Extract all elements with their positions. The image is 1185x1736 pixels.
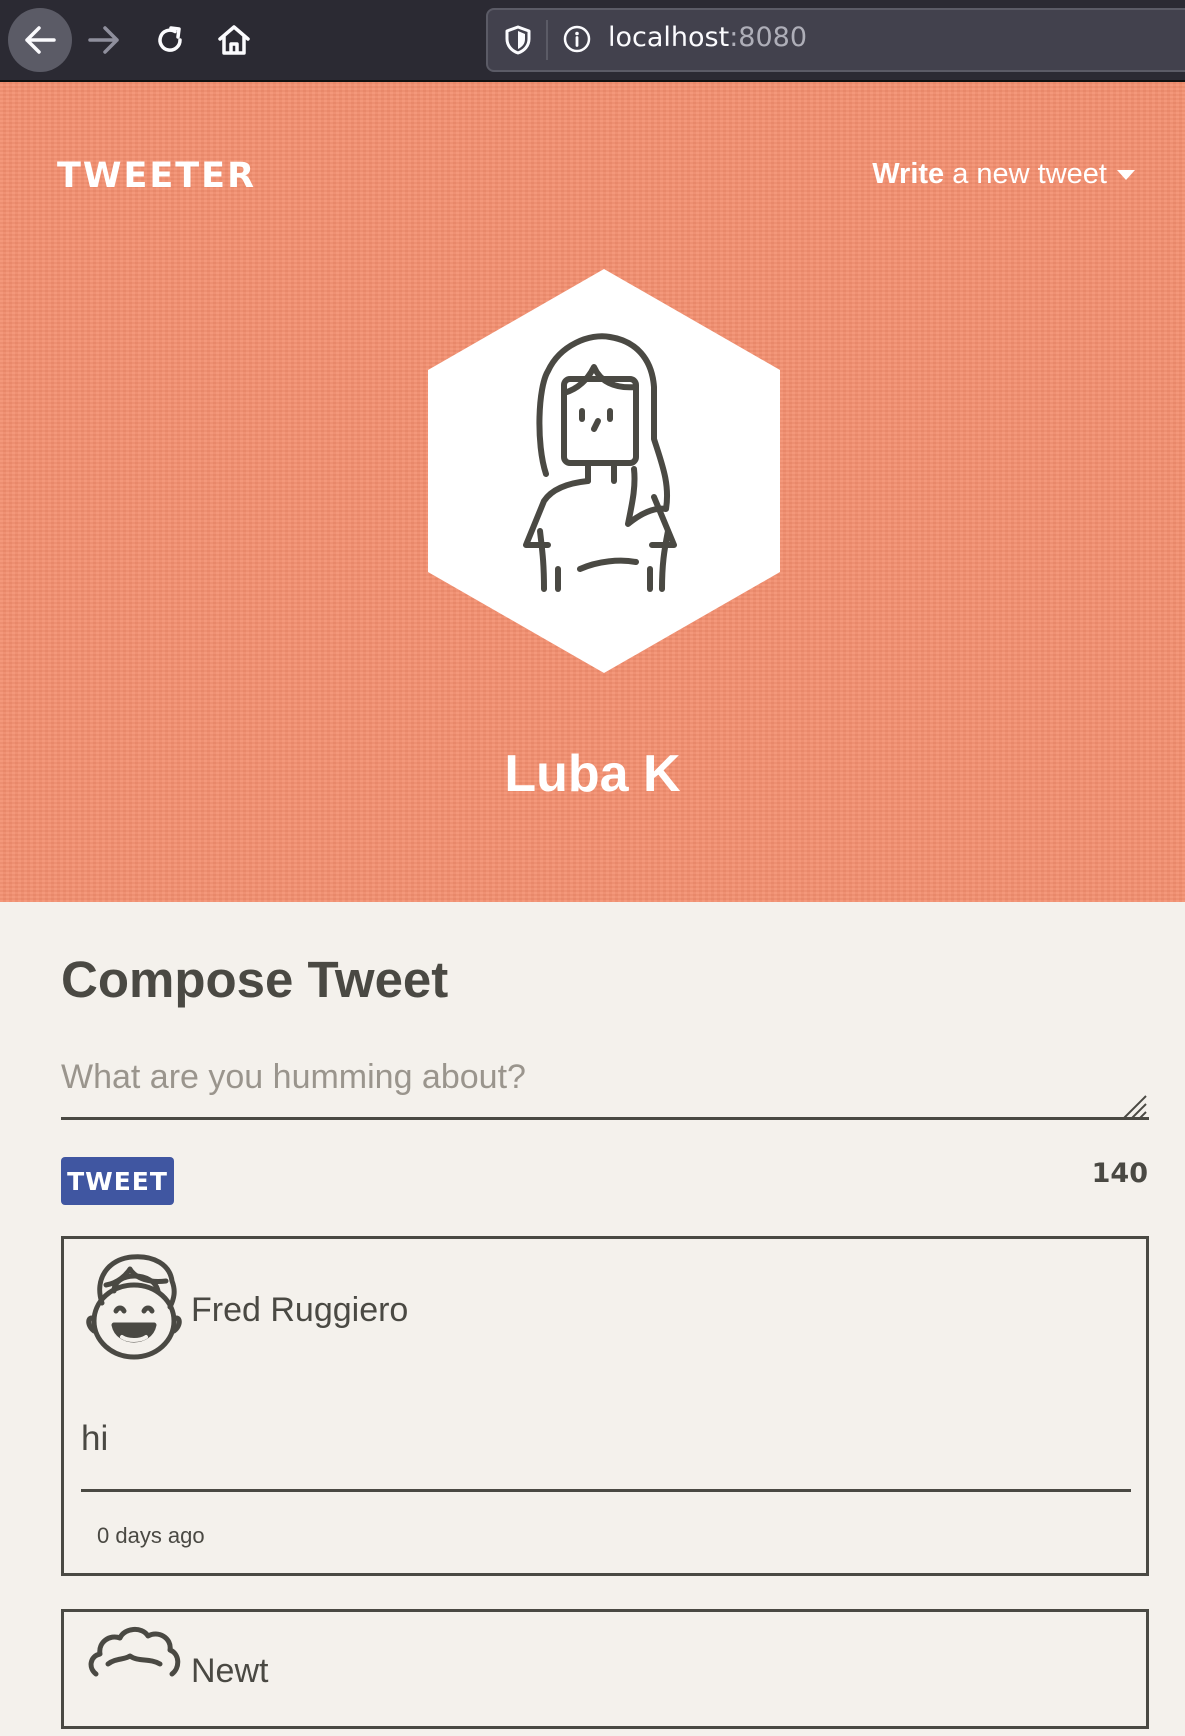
logo[interactable]: TWEETER: [57, 156, 256, 196]
info-icon[interactable]: [562, 24, 592, 54]
resize-grip-icon[interactable]: [1120, 1092, 1148, 1120]
write-label-rest: a new tweet: [944, 158, 1107, 190]
curly-hair-avatar-icon: [88, 1627, 181, 1677]
tweet-author: Fred Ruggiero: [191, 1291, 409, 1329]
profile-name: Luba K: [504, 745, 681, 803]
caret-down-icon: [1117, 170, 1135, 181]
url-separator: [546, 20, 548, 60]
tweet-button[interactable]: TWEET: [61, 1157, 174, 1205]
tweet-card: Newt: [61, 1609, 1149, 1729]
reload-button[interactable]: [138, 8, 202, 72]
smiling-man-avatar-icon: [86, 1254, 182, 1360]
arrow-left-icon: [25, 26, 56, 54]
url-host: localhost: [608, 22, 730, 53]
write-new-tweet-link[interactable]: Write a new tweet: [872, 158, 1135, 191]
tweet-textarea[interactable]: [61, 1052, 1149, 1120]
reload-icon: [158, 26, 182, 52]
profile-header: TWEETER Write a new tweet Luba K: [0, 82, 1185, 902]
write-label-bold: Write: [872, 158, 945, 190]
tweet-timestamp: 0 days ago: [97, 1523, 205, 1548]
home-icon: [218, 25, 250, 55]
tweet-divider: [81, 1489, 1131, 1492]
url-bar[interactable]: localhost:8080: [486, 8, 1185, 72]
character-counter: 140: [1091, 1158, 1148, 1189]
browser-toolbar: localhost:8080: [0, 0, 1185, 82]
tweet-card: Fred Ruggiero hi 0 days ago: [61, 1236, 1149, 1576]
compose-title: Compose Tweet: [61, 951, 449, 1008]
user-avatar: [428, 269, 780, 673]
home-button[interactable]: [202, 8, 266, 72]
arrow-right-icon: [88, 26, 119, 54]
shield-icon[interactable]: [504, 24, 532, 56]
forward-button[interactable]: [72, 8, 136, 72]
url-port: :8080: [729, 22, 808, 53]
back-button[interactable]: [8, 8, 72, 72]
url-text[interactable]: localhost:8080: [608, 22, 807, 53]
tweet-content: hi: [81, 1419, 109, 1458]
